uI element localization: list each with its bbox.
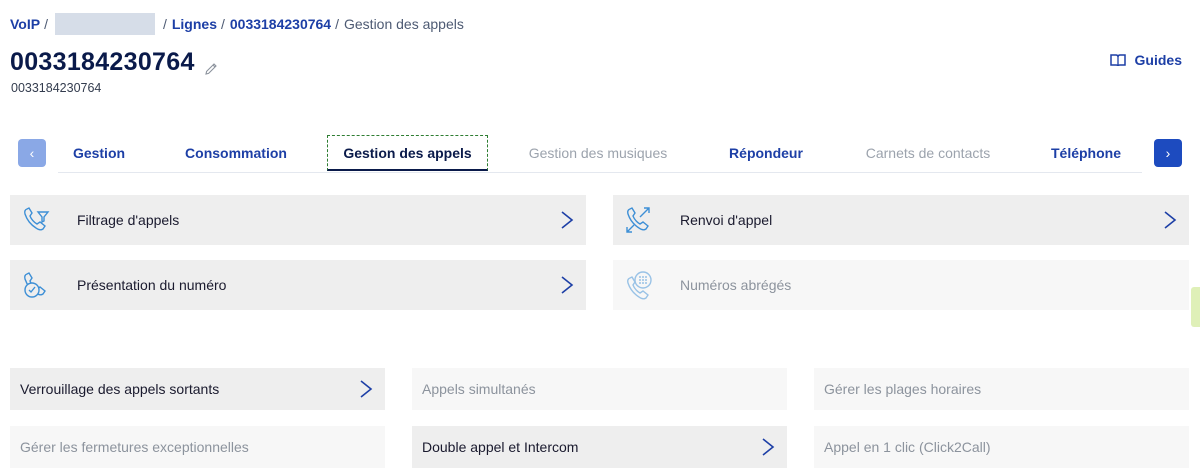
tab-strip: Gestion Consommation Gestion des appels … xyxy=(58,133,1142,173)
tab-gestion-des-appels[interactable]: Gestion des appels xyxy=(327,135,488,171)
feature-label: Renvoi d'appel xyxy=(680,212,773,228)
feature-label: Présentation du numéro xyxy=(77,277,227,293)
feature-tile-appels-simultanes: Appels simultanés xyxy=(412,368,787,410)
feature-tile-renvoi[interactable]: Renvoi d'appel xyxy=(613,195,1189,245)
feature-tile-plages-horaires: Gérer les plages horaires xyxy=(814,368,1189,410)
chevron-right-icon xyxy=(360,380,373,398)
feature-tile-numeros-abreges: Numéros abrégés xyxy=(613,260,1189,310)
feature-tile-filtrage[interactable]: Filtrage d'appels xyxy=(10,195,586,245)
page-subtitle: 0033184230764 xyxy=(11,81,102,95)
feature-label: Appels simultanés xyxy=(422,381,536,397)
call-forward-icon xyxy=(626,207,650,233)
tab-gestion[interactable]: Gestion xyxy=(58,135,140,171)
page-title: 0033184230764 xyxy=(10,48,219,77)
tab-scroll-left-button[interactable]: ‹ xyxy=(18,139,46,167)
breadcrumb-lignes[interactable]: Lignes xyxy=(172,16,217,32)
feature-label: Appel en 1 clic (Click2Call) xyxy=(824,439,991,455)
tab-gestion-des-musiques: Gestion des musiques xyxy=(528,145,668,161)
chevron-right-icon xyxy=(561,276,574,294)
breadcrumb-separator: / xyxy=(162,16,167,32)
tab-repondeur[interactable]: Répondeur xyxy=(718,135,814,171)
chevron-right-icon: › xyxy=(1165,145,1171,161)
feature-label: Numéros abrégés xyxy=(680,277,792,293)
feature-tile-verrouillage[interactable]: Verrouillage des appels sortants xyxy=(10,368,385,410)
feature-label: Filtrage d'appels xyxy=(77,212,180,228)
tab-telephone[interactable]: Téléphone xyxy=(1038,135,1134,171)
breadcrumb-separator: / xyxy=(335,16,339,32)
number-display-icon xyxy=(24,272,46,298)
breadcrumb-separator: / xyxy=(220,16,225,32)
breadcrumb-voip[interactable]: VoIP xyxy=(10,16,40,32)
speed-dial-icon xyxy=(627,271,652,300)
pencil-icon[interactable] xyxy=(203,55,219,75)
feature-label: Double appel et Intercom xyxy=(422,439,579,455)
chevron-left-icon: ‹ xyxy=(29,145,35,161)
breadcrumb-redacted-account xyxy=(54,13,155,35)
feature-tile-fermetures: Gérer les fermetures exceptionnelles xyxy=(10,426,385,468)
feature-tile-double-appel[interactable]: Double appel et Intercom xyxy=(412,426,787,468)
page-title-text: 0033184230764 xyxy=(10,48,195,76)
chevron-right-icon xyxy=(1164,211,1177,229)
tab-bar: ‹ Gestion Consommation Gestion des appel… xyxy=(18,133,1182,173)
chevron-right-icon xyxy=(762,438,775,456)
book-icon xyxy=(1109,54,1126,67)
breadcrumb-separator: / xyxy=(44,16,48,32)
chevron-right-icon xyxy=(561,211,574,229)
feedback-side-tab[interactable] xyxy=(1191,287,1200,327)
guides-label: Guides xyxy=(1134,52,1182,68)
feature-tile-presentation[interactable]: Présentation du numéro xyxy=(10,260,586,310)
tab-consommation[interactable]: Consommation xyxy=(168,135,304,171)
tab-carnets-de-contacts: Carnets de contacts xyxy=(865,145,991,161)
feature-tile-click2call: Appel en 1 clic (Click2Call) xyxy=(814,426,1189,468)
breadcrumb-number[interactable]: 0033184230764 xyxy=(230,16,331,32)
breadcrumb-current: Gestion des appels xyxy=(344,16,464,32)
feature-label: Gérer les plages horaires xyxy=(824,381,982,397)
call-filter-icon xyxy=(24,207,50,231)
guides-button[interactable]: Guides xyxy=(1109,52,1182,68)
breadcrumb: VoIP / / Lignes / 0033184230764 / Gestio… xyxy=(10,13,464,35)
feature-label: Gérer les fermetures exceptionnelles xyxy=(20,439,249,455)
feature-label: Verrouillage des appels sortants xyxy=(20,381,220,397)
tab-scroll-right-button[interactable]: › xyxy=(1154,139,1182,167)
